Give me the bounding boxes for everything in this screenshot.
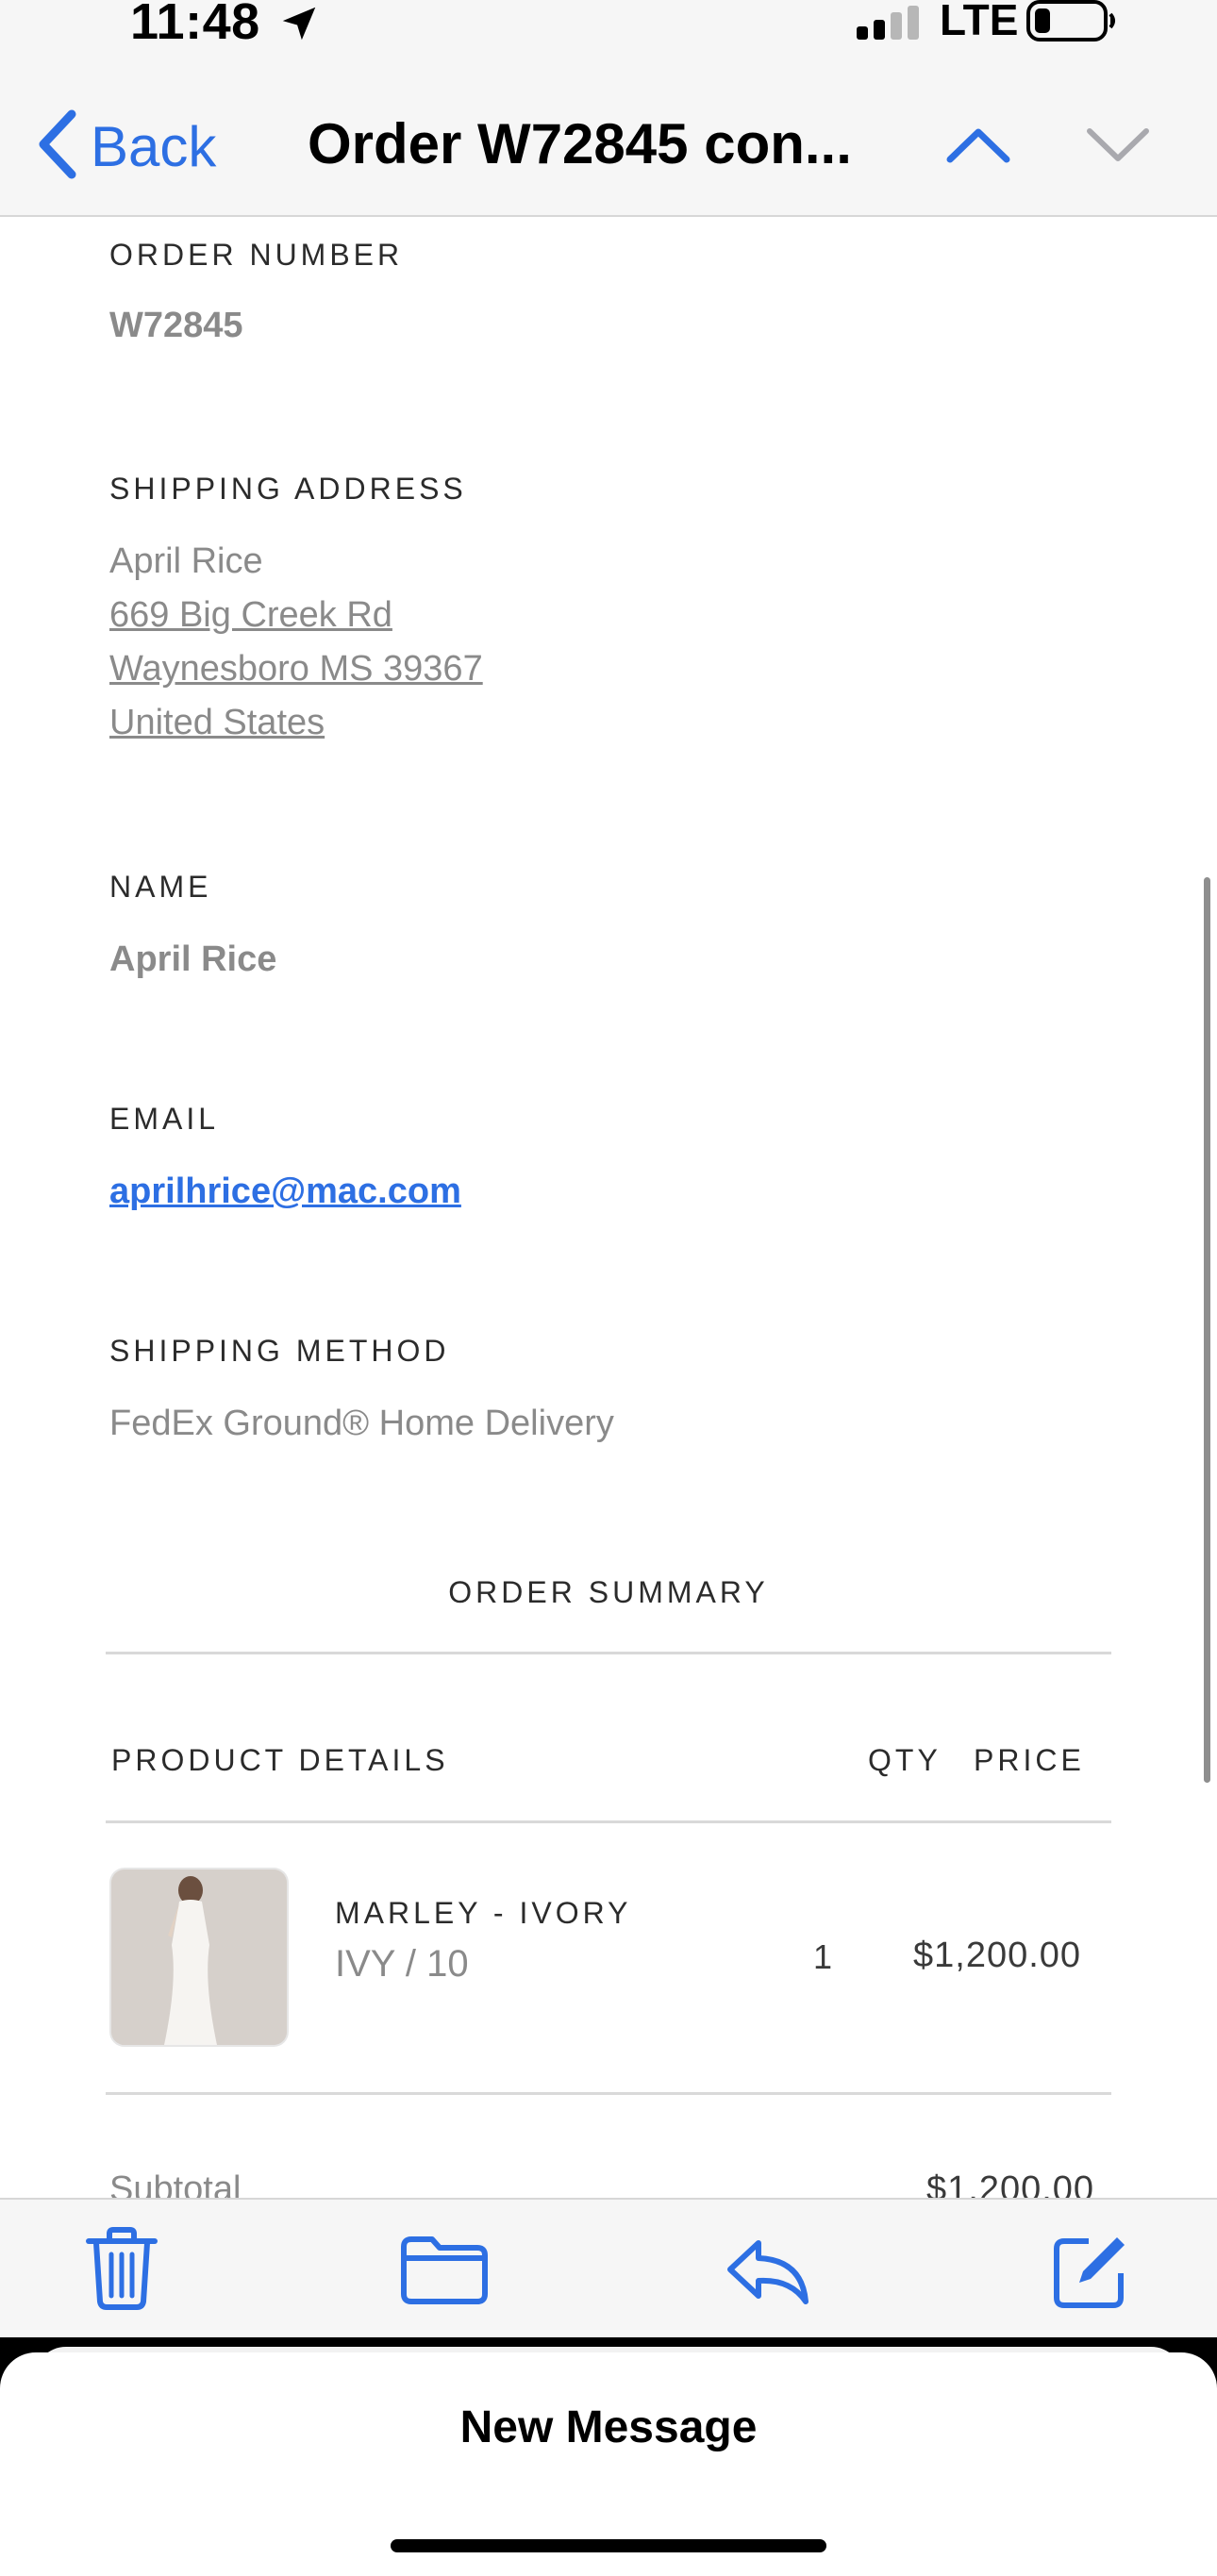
bottom-toolbar xyxy=(0,2198,1217,2341)
previous-message-button[interactable] xyxy=(945,126,1011,169)
signal-icon xyxy=(857,6,923,44)
email-link[interactable]: aprilhrice@mac.com xyxy=(109,1172,461,1212)
back-button[interactable]: Back xyxy=(36,109,216,184)
product-variant: IVY / 10 xyxy=(335,1943,469,1985)
chevron-left-icon xyxy=(36,109,77,184)
status-time: 11:48 xyxy=(130,0,260,50)
product-price: $1,200.00 xyxy=(913,1936,1082,1975)
address-city-link[interactable]: Waynesboro MS 39367 xyxy=(109,649,483,690)
qty-header: QTY xyxy=(868,1743,942,1777)
page-title: Order W72845 con... xyxy=(308,112,852,175)
scrollbar[interactable] xyxy=(1204,877,1210,1783)
order-summary-title: ORDER SUMMARY xyxy=(448,1575,769,1609)
address-country-link[interactable]: United States xyxy=(109,703,325,743)
address-name: April Rice xyxy=(109,541,263,581)
divider xyxy=(106,1652,1111,1654)
battery-icon xyxy=(1026,0,1117,46)
name-label: NAME xyxy=(109,870,212,904)
back-label: Back xyxy=(91,115,217,178)
status-bar: 11:48 LTE xyxy=(0,0,1217,66)
reply-button[interactable] xyxy=(725,2237,811,2312)
subtotal-label: Subtotal xyxy=(109,2169,242,2198)
price-header: PRICE xyxy=(974,1743,1085,1777)
shipping-method-value: FedEx Ground® Home Delivery xyxy=(109,1404,614,1443)
shipping-method-label: SHIPPING METHOD xyxy=(109,1334,450,1368)
location-arrow-icon xyxy=(277,2,321,50)
product-name: MARLEY - IVORY xyxy=(335,1896,632,1930)
product-image[interactable] xyxy=(111,1870,287,2045)
move-to-folder-button[interactable] xyxy=(400,2235,489,2310)
name-value: April Rice xyxy=(109,939,277,979)
order-number-label: ORDER NUMBER xyxy=(109,238,404,272)
home-indicator[interactable] xyxy=(391,2539,826,2552)
order-number-value: W72845 xyxy=(109,306,243,345)
subtotal-value: $1,200.00 xyxy=(926,2169,1095,2198)
compose-button[interactable] xyxy=(1051,2232,1130,2316)
product-details-header: PRODUCT DETAILS xyxy=(111,1743,449,1777)
reply-icon xyxy=(725,2240,811,2311)
email-label: EMAIL xyxy=(109,1102,220,1136)
next-message-button[interactable] xyxy=(1085,126,1151,169)
folder-icon xyxy=(400,2236,489,2309)
network-type: LTE xyxy=(940,0,1019,44)
email-body[interactable]: ORDER NUMBER W72845 SHIPPING ADDRESS Apr… xyxy=(0,217,1217,2198)
product-qty: 1 xyxy=(813,1937,833,1976)
trash-icon xyxy=(83,2227,160,2315)
new-message-title[interactable]: New Message xyxy=(0,2401,1217,2453)
trash-button[interactable] xyxy=(83,2226,160,2316)
divider xyxy=(106,1820,1111,1823)
divider xyxy=(106,2092,1111,2095)
new-message-sheet[interactable]: New Message xyxy=(0,2352,1217,2576)
address-street-link[interactable]: 669 Big Creek Rd xyxy=(109,595,392,636)
compose-icon xyxy=(1051,2237,1130,2315)
navigation-bar: Back Order W72845 con... xyxy=(0,66,1217,217)
shipping-address-label: SHIPPING ADDRESS xyxy=(109,472,467,506)
